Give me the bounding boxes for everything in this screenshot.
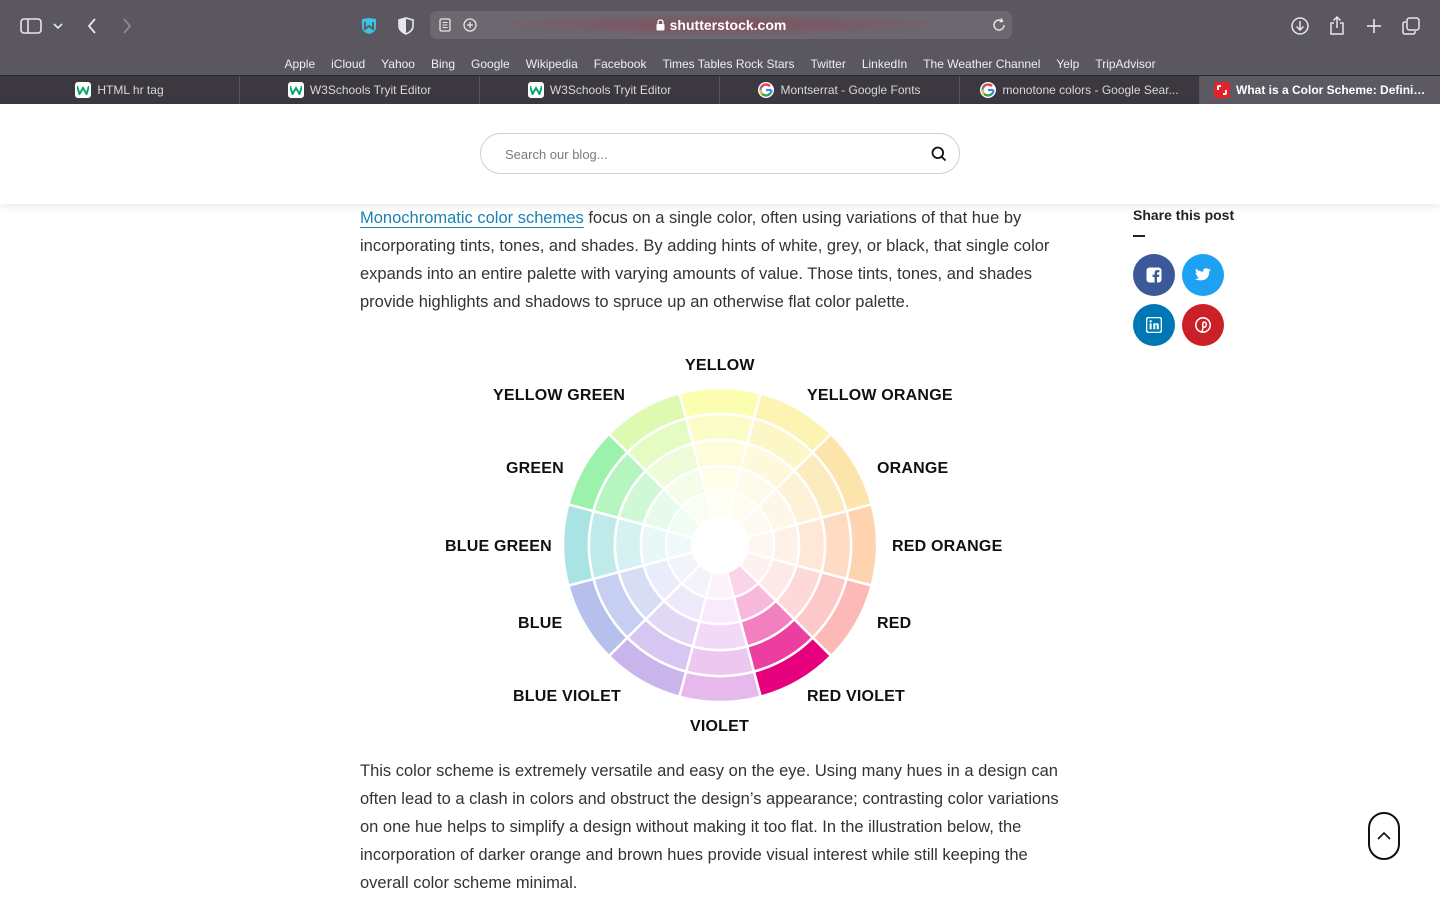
- tab-montserrat-google-fonts[interactable]: Montserrat - Google Fonts: [720, 76, 960, 104]
- share-divider: [1133, 235, 1145, 237]
- share-title: Share this post: [1133, 207, 1235, 223]
- tab-label: What is a Color Scheme: Definit...: [1236, 83, 1426, 97]
- share-panel: Share this post: [1133, 207, 1234, 237]
- lock-icon: [656, 18, 665, 34]
- label-green: GREEN: [506, 460, 564, 477]
- bookmark-wikipedia[interactable]: Wikipedia: [518, 57, 586, 71]
- back-icon[interactable]: [80, 14, 104, 38]
- chevron-down-icon[interactable]: [50, 14, 66, 38]
- wheel-center: [692, 517, 748, 573]
- back-to-top-button[interactable]: [1368, 812, 1400, 860]
- label-violet: VIOLET: [690, 718, 749, 735]
- blog-search-box: [480, 133, 960, 174]
- google-icon: [758, 82, 775, 98]
- search-icon[interactable]: [931, 146, 947, 167]
- bookmark-linkedin[interactable]: LinkedIn: [854, 57, 915, 71]
- bookmark-apple[interactable]: Apple: [276, 57, 323, 71]
- wheel-segment-red-orange-ring-3: [794, 516, 827, 574]
- blog-header: [0, 104, 1440, 204]
- facebook-share-button[interactable]: [1133, 254, 1175, 296]
- tab-label: W3Schools Tryit Editor: [309, 83, 432, 97]
- tab-label: Montserrat - Google Fonts: [780, 83, 921, 97]
- bookmark-times-tables[interactable]: Times Tables Rock Stars: [654, 57, 802, 71]
- browser-toolbar: shutterstock.com: [0, 0, 1440, 52]
- linkedin-share-button[interactable]: [1133, 304, 1175, 346]
- wheel-segment-violet-ring-3: [691, 619, 749, 652]
- tab-color-scheme-active[interactable]: What is a Color Scheme: Definit...: [1200, 76, 1440, 104]
- downloads-icon[interactable]: [1288, 14, 1312, 38]
- facebook-icon: [1146, 267, 1162, 283]
- new-tab-icon[interactable]: [1362, 14, 1386, 38]
- pinterest-share-button[interactable]: [1182, 304, 1224, 346]
- privacy-shield-icon[interactable]: [394, 14, 418, 38]
- label-red-orange: RED ORANGE: [892, 538, 1003, 555]
- wheel-segment-yellow-ring-3: [691, 438, 749, 471]
- tab-label: monotone colors - Google Sear...: [1002, 83, 1179, 97]
- w3schools-icon: [287, 82, 304, 98]
- label-blue: BLUE: [518, 615, 563, 632]
- label-blue-green: BLUE GREEN: [445, 538, 552, 555]
- bookmark-bing[interactable]: Bing: [423, 57, 463, 71]
- bookmark-yelp[interactable]: Yelp: [1048, 57, 1087, 71]
- tab-label: W3Schools Tryit Editor: [549, 83, 672, 97]
- bookmarks-bar: Apple iCloud Yahoo Bing Google Wikipedia…: [0, 52, 1440, 75]
- url-host: shutterstock.com: [430, 17, 1012, 34]
- tab-w3schools-tryit-2[interactable]: W3Schools Tryit Editor: [480, 76, 720, 104]
- bookmark-icloud[interactable]: iCloud: [323, 57, 373, 71]
- reload-icon[interactable]: [992, 18, 1006, 32]
- bookmark-twitter[interactable]: Twitter: [803, 57, 854, 71]
- google-icon: [980, 82, 997, 98]
- twitter-icon: [1195, 268, 1211, 281]
- monochromatic-link[interactable]: Monochromatic color schemes: [360, 209, 584, 227]
- share-icon[interactable]: [1325, 14, 1349, 38]
- tab-monotone-colors-search[interactable]: monotone colors - Google Sear...: [960, 76, 1200, 104]
- linkedin-icon: [1146, 317, 1162, 333]
- article-paragraph-2: This color scheme is extremely versatile…: [360, 762, 1059, 892]
- label-yellow-orange: YELLOW ORANGE: [807, 387, 953, 404]
- label-blue-violet: BLUE VIOLET: [513, 688, 621, 705]
- forward-icon[interactable]: [115, 14, 139, 38]
- article-paragraph-1: Monochromatic color schemes focus on a s…: [360, 204, 1072, 316]
- url-host-text: shutterstock.com: [669, 17, 787, 33]
- tab-html-hr-tag[interactable]: HTML hr tag: [0, 76, 240, 104]
- pinterest-icon: [1195, 317, 1211, 333]
- wheel-segment-blue-green-ring-3: [613, 516, 646, 574]
- tab-bar: HTML hr tag W3Schools Tryit Editor W3Sch…: [0, 75, 1440, 104]
- shutterstock-icon: [1214, 82, 1230, 98]
- label-yellow: YELLOW: [685, 357, 755, 374]
- label-orange: ORANGE: [877, 460, 949, 477]
- tab-w3schools-tryit-1[interactable]: W3Schools Tryit Editor: [240, 76, 480, 104]
- bookmark-google[interactable]: Google: [463, 57, 518, 71]
- w3schools-icon: [75, 82, 92, 98]
- tab-label: HTML hr tag: [97, 83, 164, 97]
- tab-overview-icon[interactable]: [1399, 14, 1423, 38]
- chevron-up-icon: [1377, 832, 1391, 840]
- address-bar[interactable]: shutterstock.com: [430, 11, 1012, 39]
- bookmark-yahoo[interactable]: Yahoo: [373, 57, 423, 71]
- label-yellow-green: YELLOW GREEN: [493, 387, 626, 404]
- bookmark-weather-channel[interactable]: The Weather Channel: [915, 57, 1048, 71]
- color-wheel-illustration: YELLOW YELLOW ORANGE ORANGE RED ORANGE R…: [430, 345, 1010, 745]
- w3schools-icon: [527, 82, 544, 98]
- bookmark-facebook[interactable]: Facebook: [586, 57, 655, 71]
- extension-shield-icon[interactable]: [357, 14, 381, 38]
- sidebar-toggle-icon[interactable]: [18, 14, 44, 38]
- label-red-violet: RED VIOLET: [807, 688, 906, 705]
- twitter-share-button[interactable]: [1182, 254, 1224, 296]
- blog-search-input[interactable]: [505, 144, 905, 164]
- bookmark-tripadvisor[interactable]: TripAdvisor: [1087, 57, 1163, 71]
- label-red: RED: [877, 615, 912, 632]
